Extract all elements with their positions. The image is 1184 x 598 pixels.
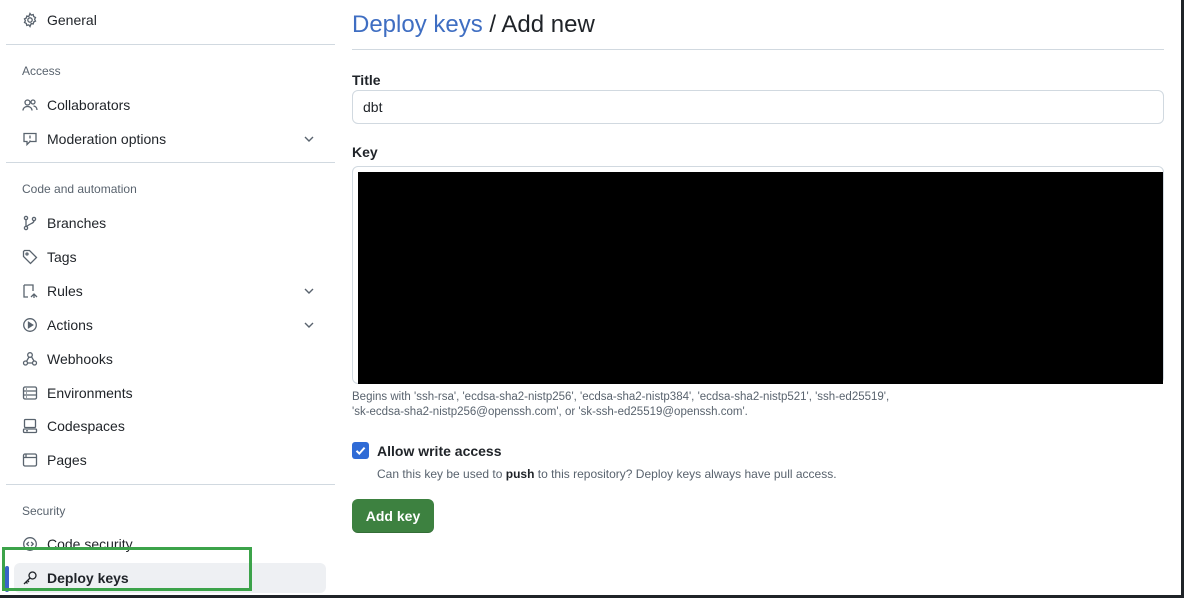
note-bold-push: push — [505, 467, 535, 481]
key-textarea[interactable] — [352, 166, 1164, 384]
allow-write-checkbox[interactable] — [352, 442, 369, 459]
sidebar-divider — [6, 44, 335, 45]
key-label: Key — [352, 144, 378, 160]
sidebar-item-label: General — [47, 12, 97, 28]
server-icon — [22, 385, 38, 401]
section-title-access: Access — [22, 64, 61, 78]
sidebar-item-label: Environments — [47, 385, 133, 401]
key-hint-line-2: 'sk-ecdsa-sha2-nistp256@openssh.com', or… — [352, 406, 748, 418]
allow-write-label[interactable]: Allow write access — [377, 443, 502, 459]
report-icon — [22, 131, 38, 147]
sidebar-item-label: Tags — [47, 249, 77, 265]
title-divider — [352, 49, 1164, 50]
sidebar-item-label: Actions — [47, 317, 93, 333]
sidebar-item-label: Codespaces — [47, 418, 125, 434]
sidebar-item-pages[interactable]: Pages — [14, 445, 326, 475]
section-title-security: Security — [22, 504, 66, 518]
sidebar-item-branches[interactable]: Branches — [14, 208, 326, 238]
highlight-outline — [2, 547, 252, 591]
note-text: Can this key be used to — [377, 467, 506, 481]
sidebar-item-label: Moderation options — [47, 131, 167, 147]
main-content: Deploy keys / Add new Title Key Begins w… — [352, 0, 1164, 598]
settings-sidebar: General Access Collaborators Moderation … — [0, 0, 335, 598]
codespaces-icon — [22, 418, 38, 434]
key-hint-line-1: Begins with 'ssh-rsa', 'ecdsa-sha2-nistp… — [352, 391, 890, 403]
play-icon — [22, 317, 38, 333]
sidebar-item-label: Webhooks — [47, 351, 113, 367]
sidebar-divider — [6, 162, 335, 163]
chevron-down-icon[interactable] — [302, 284, 316, 298]
sidebar-divider — [6, 484, 335, 485]
gear-icon — [22, 12, 38, 28]
breadcrumb-separator: / — [489, 11, 497, 38]
breadcrumb-deploy-keys-link[interactable]: Deploy keys — [352, 11, 483, 38]
key-redaction — [358, 172, 1163, 384]
title-input[interactable] — [352, 90, 1164, 124]
sidebar-item-environments[interactable]: Environments — [14, 378, 326, 408]
sidebar-item-codespaces[interactable]: Codespaces — [14, 411, 326, 441]
sidebar-item-label: Pages — [47, 452, 87, 468]
sidebar-item-actions[interactable]: Actions — [14, 310, 326, 340]
sidebar-item-collaborators[interactable]: Collaborators — [14, 90, 326, 120]
webhook-icon — [22, 351, 38, 367]
tag-icon — [22, 249, 38, 265]
allow-write-note: Can this key be used to push to this rep… — [377, 467, 837, 482]
note-text: to this repository? Deploy keys always h… — [534, 467, 837, 481]
page-title: Deploy keys / Add new — [352, 10, 595, 40]
chevron-down-icon[interactable] — [302, 132, 316, 146]
people-icon — [22, 97, 38, 113]
breadcrumb-current: Add new — [501, 11, 595, 38]
sidebar-item-moderation[interactable]: Moderation options — [14, 124, 326, 154]
section-title-code-automation: Code and automation — [22, 182, 137, 196]
sidebar-item-rules[interactable]: Rules — [14, 276, 326, 306]
browser-icon — [22, 452, 38, 468]
sidebar-item-webhooks[interactable]: Webhooks — [14, 344, 326, 374]
git-branch-icon — [22, 215, 38, 231]
title-label: Title — [352, 72, 381, 88]
sidebar-item-label: Rules — [47, 283, 83, 299]
rules-icon — [22, 283, 38, 299]
sidebar-item-label: Collaborators — [47, 97, 131, 113]
sidebar-item-general[interactable]: General — [14, 5, 326, 35]
sidebar-item-tags[interactable]: Tags — [14, 242, 326, 272]
chevron-down-icon[interactable] — [302, 318, 316, 332]
key-hint: Begins with 'ssh-rsa', 'ecdsa-sha2-nistp… — [352, 390, 1164, 420]
add-key-button[interactable]: Add key — [352, 499, 434, 533]
sidebar-item-label: Branches — [47, 215, 107, 231]
